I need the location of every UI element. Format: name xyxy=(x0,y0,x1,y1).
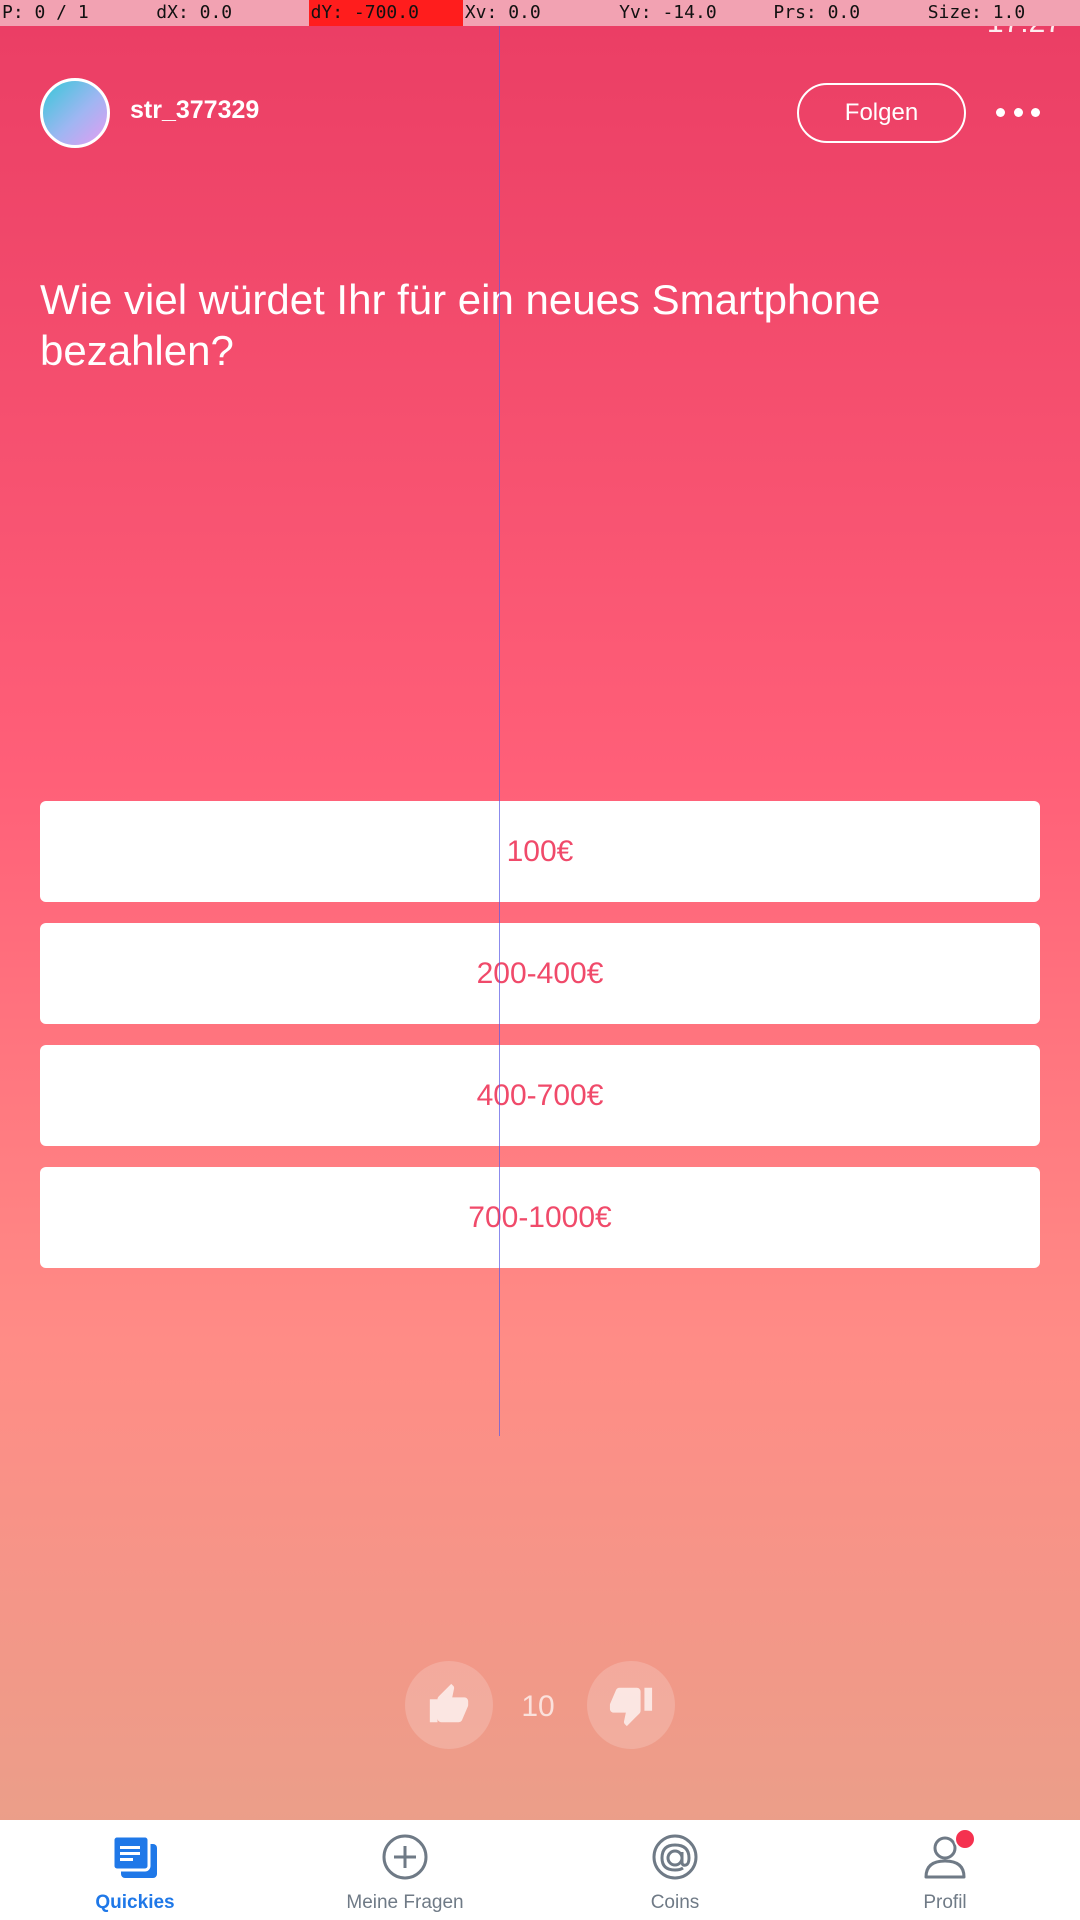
thumbs-down-button[interactable] xyxy=(587,1661,675,1749)
answer-option[interactable]: 200-400€ xyxy=(40,923,1040,1024)
thumbs-up-icon xyxy=(429,1683,469,1723)
answer-option[interactable]: 400-700€ xyxy=(40,1045,1040,1146)
nav-item-meine-fragen[interactable]: Meine Fragen xyxy=(270,1820,540,1920)
thumbs-up-button[interactable] xyxy=(405,1661,493,1749)
bottom-navigation: Quickies Meine Fragen Coins Profil xyxy=(0,1820,1080,1920)
notification-badge xyxy=(954,1828,976,1850)
nav-item-coins[interactable]: Coins xyxy=(540,1820,810,1920)
debug-pointer: P: 0 / 1 xyxy=(2,2,89,23)
nav-label: Coins xyxy=(650,1892,700,1913)
debug-dy: dY: -700.0 xyxy=(308,0,463,26)
thumbs-down-icon xyxy=(609,1687,653,1727)
answer-option[interactable]: 700-1000€ xyxy=(40,1167,1040,1268)
more-dot xyxy=(1013,107,1023,117)
pointer-trace-line xyxy=(499,26,500,1436)
debug-xv: Xv: 0.0 xyxy=(464,2,541,23)
answer-list: 100€ 200-400€ 400-700€ 700-1000€ xyxy=(40,801,1040,1289)
debug-yv: Yv: -14.0 xyxy=(619,2,717,23)
answer-option[interactable]: 100€ xyxy=(40,801,1040,902)
follow-button[interactable]: Folgen xyxy=(797,83,966,143)
avatar[interactable] xyxy=(40,78,110,148)
more-options-icon[interactable] xyxy=(996,100,1040,124)
nav-label: Meine Fragen xyxy=(346,1892,464,1913)
more-dot xyxy=(1031,107,1040,117)
nav-label: Quickies xyxy=(95,1892,175,1913)
vote-count: 10 xyxy=(521,1690,555,1723)
quickies-icon xyxy=(110,1832,160,1882)
username[interactable]: str_377329 xyxy=(130,96,259,125)
at-coin-icon xyxy=(650,1832,700,1882)
profile-icon xyxy=(920,1828,976,1882)
debug-prs: Prs: 0.0 xyxy=(773,2,861,23)
nav-item-profil[interactable]: Profil xyxy=(810,1820,1080,1920)
debug-dx: dX: 0.0 xyxy=(156,2,233,23)
nav-label: Profil xyxy=(923,1892,967,1913)
more-dot xyxy=(996,107,1005,117)
pointer-debug-bar: P: 0 / 1 dX: 0.0 dY: -700.0 Xv: 0.0 Yv: … xyxy=(0,0,1080,26)
plus-circle-icon xyxy=(380,1832,430,1882)
question-text: Wie viel würdet Ihr für ein neues Smartp… xyxy=(40,276,881,374)
debug-size: Size: 1.0 xyxy=(927,2,1026,23)
nav-item-quickies[interactable]: Quickies xyxy=(0,1820,270,1920)
